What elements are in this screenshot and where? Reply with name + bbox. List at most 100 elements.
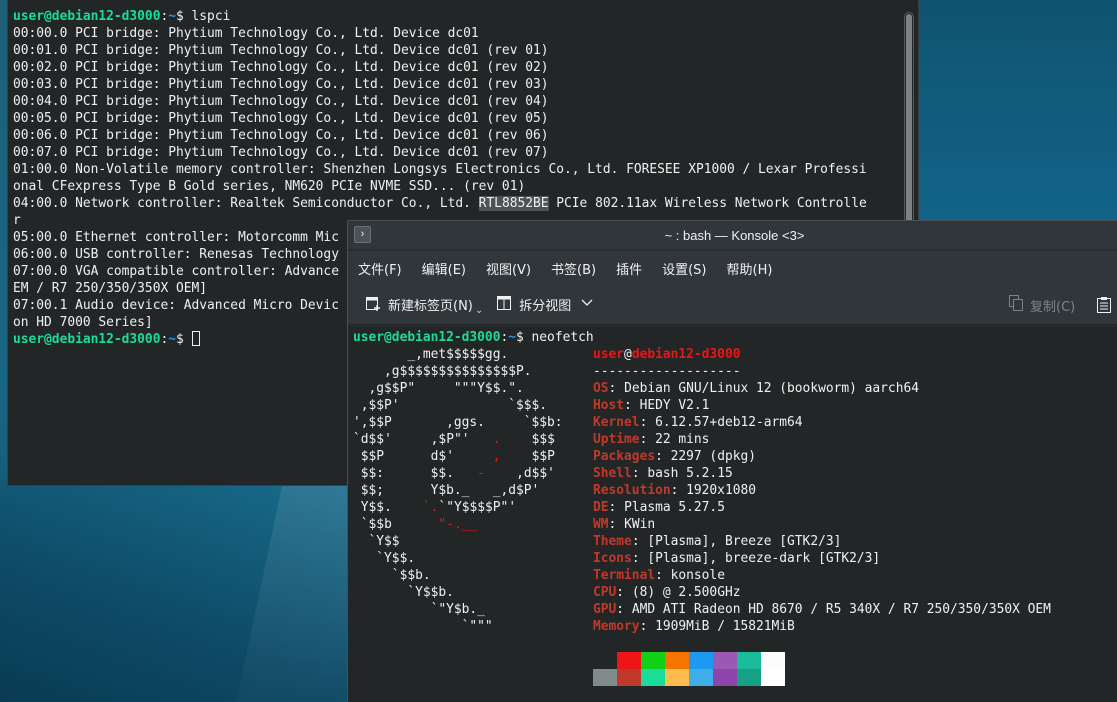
color-swatch <box>713 652 737 669</box>
info-key: Kernel <box>593 415 640 430</box>
info-key: Shell <box>593 466 632 481</box>
output-line-network: 04:00.0 Network controller: Realtek Semi… <box>13 195 892 212</box>
menu-view[interactable]: 视图(V) <box>486 259 531 278</box>
color-swatch <box>617 669 641 686</box>
info-colon: : <box>631 466 648 481</box>
neofetch-info: user@debian12-d3000 ------------------- … <box>593 346 1051 635</box>
info-colon: : <box>608 381 625 396</box>
output-line: 00:05.0 PCI bridge: Phytium Technology C… <box>13 111 549 126</box>
info-line: Kernel: 6.12.57+deb12-arm64 <box>593 414 1051 431</box>
logo-line: `$$b "-.__ <box>360 517 478 532</box>
prompt-line: user@debian12-d3000:~$ lspci <box>13 8 892 25</box>
info-line: Shell: bash 5.2.15 <box>593 465 1051 482</box>
logo-line: `"Y$b._ <box>353 602 485 617</box>
prompt-symbol: $ <box>516 330 532 345</box>
info-key: Theme <box>593 534 632 549</box>
output-line: 00:00.0 PCI bridge: Phytium Technology C… <box>13 26 479 41</box>
copy-button[interactable]: 复制(C) <box>1008 285 1075 325</box>
info-value: [Plasma], Breeze [GTK2/3] <box>647 534 842 549</box>
color-swatch <box>665 669 689 686</box>
logo-line: `Y$$. <box>353 551 416 566</box>
info-line: Host: HEDY V2.1 <box>593 397 1051 414</box>
logo-line: ',$$P ,ggs. `$$b: <box>353 415 563 430</box>
color-swatch <box>737 669 761 686</box>
info-colon: : <box>616 602 632 617</box>
color-swatch <box>593 669 617 686</box>
info-key: CPU <box>593 585 617 600</box>
scrollbar-thumb[interactable] <box>906 14 912 224</box>
output-line: 00:02.0 PCI bridge: Phytium Technology C… <box>13 60 549 75</box>
menu-plugins[interactable]: 插件 <box>616 259 642 278</box>
menu-edit[interactable]: 编辑(E) <box>422 259 466 278</box>
info-key: DE <box>593 500 609 515</box>
color-swatch <box>737 652 761 669</box>
info-host: debian12-d3000 <box>631 347 741 362</box>
info-line: WM: KWin <box>593 516 1051 533</box>
split-view-label: 拆分视图 <box>519 299 572 314</box>
new-tab-icon <box>364 294 382 316</box>
color-swatch <box>689 669 713 686</box>
info-lines: OS: Debian GNU/Linux 12 (bookworm) aarch… <box>593 380 1051 635</box>
output-text: 04:00.0 Network controller: Realtek Semi… <box>13 196 479 211</box>
color-swatch <box>761 652 785 669</box>
prompt-symbol: $ <box>176 9 192 24</box>
logo-line: $$: $$. - ,d$$' <box>360 466 555 481</box>
info-line: CPU: (8) @ 2.500GHz <box>593 584 1051 601</box>
info-value: (8) @ 2.500GHz <box>631 585 741 600</box>
title-bar[interactable]: › ~ : bash — Konsole <3> <box>348 221 1117 249</box>
color-swatch <box>689 652 713 669</box>
info-line: GPU: AMD ATI Radeon HD 8670 / R5 340X / … <box>593 601 1051 618</box>
logo-line: `Y$$ <box>353 534 400 549</box>
color-swatch <box>641 669 665 686</box>
logo-line: $$P d$' , $$P <box>360 449 555 464</box>
info-colon: : <box>639 432 656 447</box>
menu-bookmarks[interactable]: 书签(B) <box>551 259 596 278</box>
prompt-path: ~ <box>508 330 516 345</box>
info-user: user <box>593 347 625 362</box>
info-colon: : <box>624 398 640 413</box>
selected-text: RTL8852BE <box>478 196 549 211</box>
debian-ascii-logo: _,met$$$$$gg. ,g$$$$$$$$$$$$$$$P. ,g$$P"… <box>353 346 563 635</box>
color-swatch <box>713 669 737 686</box>
info-at: @ <box>624 347 632 362</box>
info-line: Terminal: konsole <box>593 567 1051 584</box>
info-key: Uptime <box>593 432 640 447</box>
info-key: WM <box>593 517 609 532</box>
info-value: 1909MiB / 15821MiB <box>655 619 795 634</box>
chevron-down-icon[interactable] <box>581 297 593 312</box>
output-line: 00:07.0 PCI bridge: Phytium Technology C… <box>13 145 549 160</box>
info-line: Resolution: 1920x1080 <box>593 482 1051 499</box>
info-colon: : <box>639 619 656 634</box>
window-title: ~ : bash — Konsole <3> <box>664 227 805 243</box>
konsole-terminal[interactable]: user@debian12-d3000:~$ neofetch _,met$$$… <box>348 326 1117 702</box>
info-key: Terminal <box>593 568 656 583</box>
logo-line: $$; Y$b._ _,d$P' <box>353 483 540 498</box>
info-value: HEDY V2.1 <box>639 398 710 413</box>
info-line: Memory: 1909MiB / 15821MiB <box>593 618 1051 635</box>
lspci-output: 00:00.0 PCI bridge: Phytium Technology C… <box>13 25 892 195</box>
split-view-button[interactable]: 拆分视图 <box>495 294 593 316</box>
logo-line: `$$b. <box>353 568 431 583</box>
text-cursor <box>191 331 200 346</box>
chevron-down-icon: ⌄ <box>474 305 484 316</box>
menu-help[interactable]: 帮助(H) <box>727 259 773 278</box>
paste-icon[interactable] <box>1096 296 1112 318</box>
palette-row-bottom <box>593 669 785 686</box>
output-line: 00:04.0 PCI bridge: Phytium Technology C… <box>13 94 549 109</box>
info-value: konsole <box>670 568 725 583</box>
prompt-path: ~ <box>168 9 176 24</box>
output-line: 00:01.0 PCI bridge: Phytium Technology C… <box>13 43 549 58</box>
info-value: KWin <box>624 517 656 532</box>
color-swatch <box>761 669 785 686</box>
menu-settings[interactable]: 设置(S) <box>662 259 706 278</box>
info-line: Icons: [Plasma], breeze-dark [GTK2/3] <box>593 550 1051 567</box>
info-line: Packages: 2297 (dpkg) <box>593 448 1051 465</box>
konsole-window[interactable]: › ~ : bash — Konsole <3> 文件(F) 编辑(E) 视图(… <box>347 220 1117 702</box>
terminal-icon[interactable]: › <box>354 226 371 243</box>
menu-file[interactable]: 文件(F) <box>358 259 402 278</box>
info-key: Host <box>593 398 625 413</box>
info-value: 22 mins <box>655 432 710 447</box>
info-key: Resolution <box>593 483 671 498</box>
info-colon: : <box>631 534 648 549</box>
new-tab-button[interactable]: 新建标签页(N) ⌄ <box>364 293 483 316</box>
